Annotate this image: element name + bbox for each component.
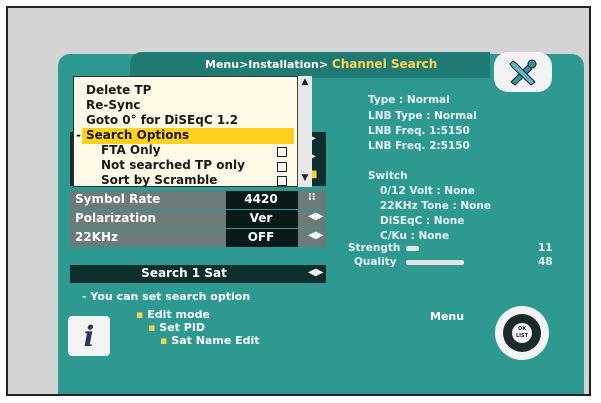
lnb-freq2-text: LNB Freq. 2:5150 xyxy=(368,140,470,152)
breadcrumb: Menu>Installation> Channel Search xyxy=(205,57,438,71)
edit-mode-text: ▪ Edit mode xyxy=(136,308,210,321)
menu-item-re-sync[interactable]: Re-Sync xyxy=(86,98,140,112)
polarization-value: Ver xyxy=(249,211,273,225)
menu-item-delete-tp[interactable]: Delete TP xyxy=(86,83,151,97)
left-right-arrow-icon: ◀▶ xyxy=(308,267,324,278)
page-title: Channel Search xyxy=(331,57,438,71)
search-sat-button[interactable]: Search 1 Sat ◀▶ xyxy=(70,265,326,283)
lnb-info-panel: Type : Normal LNB Type : Normal LNB Freq… xyxy=(342,94,553,280)
left-right-arrow-icon: ◀▶ xyxy=(308,211,324,222)
tone-text: 22KHz Tone : None xyxy=(380,200,491,212)
type-text: Type : Normal xyxy=(368,94,450,106)
22khz-value: OFF xyxy=(247,230,275,244)
volt-text: 0/12 Volt : None xyxy=(380,185,475,197)
info-icon: i xyxy=(68,316,110,356)
sat-name-edit-text: ▪ Sat Name Edit xyxy=(160,334,260,347)
menu-item-not-searched-tp[interactable]: Not searched TP only xyxy=(101,158,245,172)
selected-marker: - xyxy=(76,128,81,142)
strength-label: Strength xyxy=(348,242,401,254)
menu-item-sort-by-scramble[interactable]: Sort by Scramble xyxy=(101,173,217,187)
ok-list-button: OK LIST xyxy=(512,323,532,343)
quality-value: 48 xyxy=(538,256,553,268)
cku-text: C/Ku : None xyxy=(380,230,450,242)
symbol-rate-row[interactable]: Symbol Rate 4420 ⁝⁝ xyxy=(70,191,326,209)
22khz-row[interactable]: 22KHz OFF ◀▶ xyxy=(70,229,326,247)
strength-value: 11 xyxy=(538,242,553,254)
diseqc-text: DiSEqC : None xyxy=(380,215,465,227)
fta-only-checkbox[interactable] xyxy=(277,147,287,157)
quality-bar xyxy=(406,260,464,265)
strength-bar xyxy=(406,246,419,251)
options-popup: Delete TP Re-Sync Goto 0° for DiSEqC 1.2… xyxy=(73,76,310,187)
keypad-icon: ⁝⁝ xyxy=(308,192,316,203)
help-area: - You can set search option ▪ Edit mode … xyxy=(68,290,558,360)
tools-icon xyxy=(494,52,552,92)
scroll-up-icon[interactable]: ▲ xyxy=(298,77,312,87)
left-right-arrow-icon: ◀▶ xyxy=(308,230,324,241)
navigation-pad-icon: ▲ ▼ ◀ ▶ OK LIST xyxy=(495,306,549,360)
header-bar: Menu>Installation> Channel Search xyxy=(130,52,490,78)
set-pid-text: ▪ Set PID xyxy=(148,321,206,334)
menu-item-goto-diseqc[interactable]: Goto 0° for DiSEqC 1.2 xyxy=(86,113,238,127)
menu-item-fta-only[interactable]: FTA Only xyxy=(101,143,161,157)
popup-scrollbar[interactable]: ▲ ▼ xyxy=(297,76,312,187)
switch-title: Switch xyxy=(368,170,408,182)
lnb-type-text: LNB Type : Normal xyxy=(368,110,477,122)
sort-scramble-checkbox[interactable] xyxy=(277,176,287,186)
menu-item-search-options[interactable]: Search Options xyxy=(86,128,189,142)
not-searched-checkbox[interactable] xyxy=(277,162,287,172)
symbol-rate-value: 4420 xyxy=(244,192,278,206)
scroll-down-icon[interactable]: ▼ xyxy=(298,173,312,183)
quality-label: Quality xyxy=(354,256,397,268)
polarization-row[interactable]: Polarization Ver ◀▶ xyxy=(70,210,326,228)
help-text: - You can set search option xyxy=(82,290,251,303)
menu-text: Menu xyxy=(430,310,465,323)
lnb-freq1-text: LNB Freq. 1:5150 xyxy=(368,125,470,137)
